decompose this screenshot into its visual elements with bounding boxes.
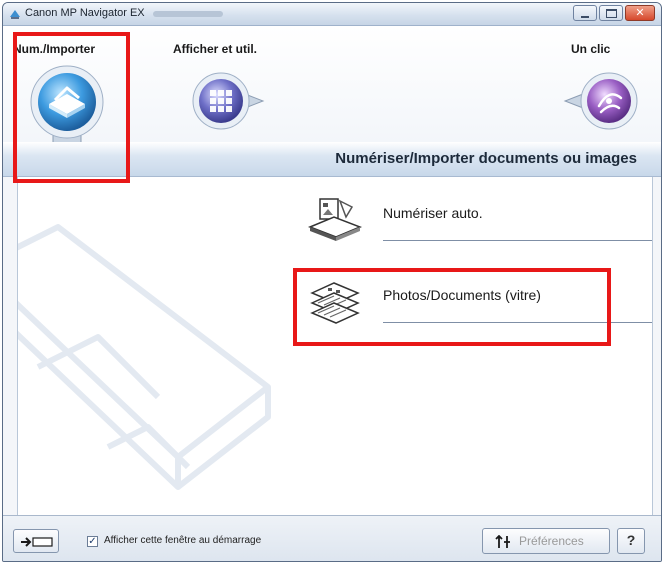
footer-bar: ✓ Afficher cette fenêtre au démarrage Pr… <box>3 515 661 561</box>
minimize-button[interactable] <box>573 5 597 21</box>
minimize-icon <box>581 16 589 18</box>
title-model-redacted <box>153 11 223 17</box>
expand-button[interactable] <box>13 529 59 553</box>
preferences-label: Préférences <box>519 534 584 548</box>
window-title: Canon MP Navigator EX <box>25 7 145 19</box>
grid-icon <box>210 90 232 112</box>
nav-view-use-label: Afficher et util. <box>173 42 258 56</box>
auto-scan-label: Numériser auto. <box>383 205 483 221</box>
title-bar[interactable]: Canon MP Navigator EX ✕ <box>3 3 661 26</box>
help-button[interactable]: ? <box>617 528 645 554</box>
maximize-button[interactable] <box>599 5 623 21</box>
window-controls: ✕ <box>573 5 655 21</box>
app-window: Canon MP Navigator EX ✕ Num./Importer Af… <box>2 2 662 562</box>
section-title: Numériser/Importer documents ou images <box>335 150 637 167</box>
auto-scan-divider <box>383 240 652 241</box>
auto-scan-icon <box>307 198 363 241</box>
highlight-nav-scan-import <box>13 32 130 183</box>
expand-arrow-icon <box>21 537 53 547</box>
preferences-button[interactable]: Préférences <box>482 528 610 554</box>
highlight-photos-documents <box>293 268 611 346</box>
nav-view-use-button[interactable] <box>189 68 269 134</box>
close-icon: ✕ <box>635 7 645 19</box>
close-button[interactable]: ✕ <box>625 5 655 21</box>
preferences-icon <box>495 535 510 548</box>
show-on-startup-checkbox[interactable]: ✓ <box>87 536 98 547</box>
show-on-startup-label: Afficher cette fenêtre au démarrage <box>104 535 262 546</box>
nav-one-click-button[interactable] <box>559 68 643 134</box>
maximize-icon <box>605 8 617 18</box>
menu-item-auto-scan[interactable]: Numériser auto. <box>298 197 652 241</box>
nav-one-click-label: Un clic <box>571 42 611 56</box>
main-panel: Numériser auto. Photos/Documents (vitre) <box>17 177 653 515</box>
app-logo-icon <box>10 10 20 19</box>
help-icon: ? <box>626 532 636 548</box>
scanner-illustration <box>18 224 271 490</box>
